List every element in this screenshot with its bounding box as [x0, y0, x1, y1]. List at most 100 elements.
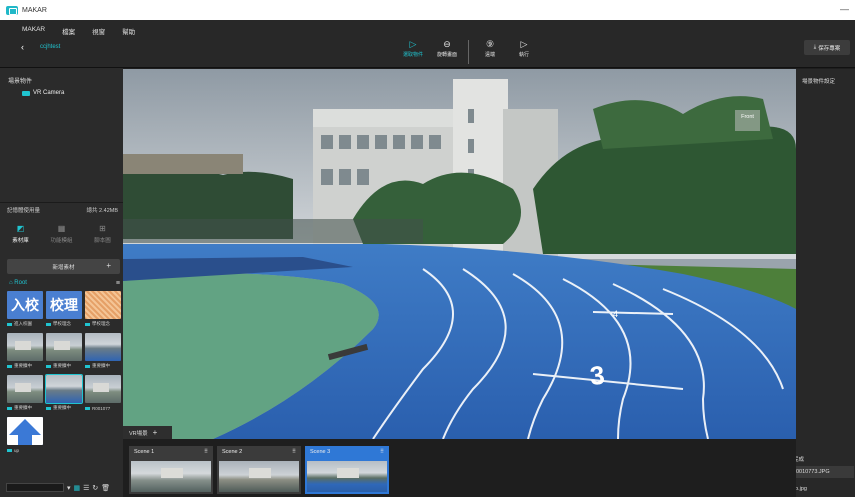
scene-viewport[interactable]: 3 4 Front: [123, 69, 796, 439]
upload-file-name: R0010773.JPG: [792, 469, 830, 475]
trash-icon[interactable]: 🗑: [101, 484, 110, 492]
tool-label: 遠端: [484, 52, 495, 58]
asset-label: R001077: [92, 405, 111, 411]
image-icon: [85, 322, 90, 326]
asset-item[interactable]: 入校 進入校園: [7, 291, 43, 329]
asset-thumbnail: [45, 374, 83, 404]
grid-menu-icon[interactable]: ⠿: [380, 449, 384, 455]
makar-logo-icon: [6, 5, 18, 15]
back-arrow-icon[interactable]: ‹: [21, 42, 24, 52]
memory-usage: 記憶體使用量 總共 2.42MB: [0, 202, 123, 216]
image-icon: [46, 406, 51, 410]
asset-label: 重要擴中: [92, 363, 110, 368]
image-icon: [7, 406, 12, 410]
asset-label: 學校理念: [92, 321, 110, 326]
menu-makar[interactable]: MAKAR: [22, 26, 45, 36]
asset-item[interactable]: 重要擴中: [7, 375, 43, 413]
refresh-icon[interactable]: ↻: [92, 484, 98, 492]
panorama-view: 3 4: [123, 69, 796, 439]
scene-card[interactable]: Scene 2 ⠿: [217, 446, 301, 494]
rotate-icon: ⊖: [443, 39, 451, 49]
vr-scene-tab[interactable]: VR場景 +: [123, 426, 172, 439]
scene-label: Scene 3: [310, 448, 331, 455]
grid-menu-icon[interactable]: ⠿: [204, 449, 208, 455]
left-panel: 場景物件 VR Camera 記憶體使用量 總共 2.42MB ◩ 素材庫 ▦ …: [0, 68, 123, 497]
asset-item[interactable]: R001077: [85, 375, 121, 413]
save-project-label: 保存專案: [818, 45, 841, 52]
hierarchy-item-label: VR Camera: [33, 90, 65, 96]
asset-item[interactable]: 重要擴中: [45, 374, 83, 413]
svg-text:4: 4: [613, 309, 618, 319]
up-arrow-icon: [7, 417, 43, 445]
orientation-front-label: Front: [735, 110, 760, 131]
vr-camera-icon: [22, 90, 30, 96]
image-icon: [85, 406, 90, 410]
image-icon: [7, 322, 12, 326]
right-panel: 場景物件設定 全部完成 R0010773.JPG up.jpg: [782, 69, 855, 497]
asset-item[interactable]: 學校理念: [85, 291, 121, 329]
asset-thumbnail: [46, 333, 82, 361]
scene-label: Scene 2: [222, 448, 243, 455]
asset-item[interactable]: 重要擴中: [46, 333, 82, 371]
root-folder-link[interactable]: ⌂ Root: [9, 280, 27, 287]
app-topbar: MAKAR 檔案 視窗 幫助 ‹ ccjhtest ▷ 選取物件 ⊖ 旋轉畫面 …: [0, 20, 855, 68]
add-scene-icon[interactable]: +: [153, 428, 158, 437]
memory-total: 總共 2.42MB: [86, 207, 118, 214]
hierarchy-item-vr-camera[interactable]: VR Camera: [22, 90, 64, 96]
scene-card-selected[interactable]: Scene 3 ⠿: [305, 446, 389, 494]
menu-window[interactable]: 視窗: [92, 26, 105, 36]
project-name[interactable]: ccjhtest: [40, 44, 60, 50]
tab-scripts[interactable]: ⊞ 腳本圖: [82, 218, 123, 248]
plus-icon: +: [106, 261, 111, 270]
asset-item[interactable]: 校理 學校理念: [46, 291, 82, 329]
asset-grid: 入校 進入校園 校理 學校理念 學校理念 重要擴中 重要擴中 重要擴中 重要擴中: [7, 291, 121, 455]
tool-label: 執行: [518, 52, 529, 58]
image-icon: [7, 448, 12, 452]
tool-label: 選取物件: [402, 52, 423, 58]
scene-card[interactable]: Scene 1 ⠿: [129, 446, 213, 494]
list-view-icon[interactable]: ☰: [83, 484, 89, 492]
menu-help[interactable]: 幫助: [122, 26, 135, 36]
tab-assets[interactable]: ◩ 素材庫: [0, 218, 41, 248]
script-icon: ⊞: [99, 224, 106, 233]
grid-view-icon[interactable]: ▦: [74, 484, 81, 492]
save-project-button[interactable]: ⤓ 保存專案: [804, 40, 850, 55]
asset-thumbnail: [85, 333, 121, 361]
asset-label: 重要擴中: [53, 405, 71, 410]
asset-item[interactable]: up: [7, 417, 43, 455]
grid-menu-icon[interactable]: ⠿: [292, 449, 296, 455]
minimize-button[interactable]: —: [840, 4, 849, 14]
asset-thumbnail: [85, 375, 121, 403]
tab-label: 腳本圖: [94, 238, 111, 244]
scene-bar: VR場景 + Scene 1 ⠿ Scene 2 ⠿ Scene 3 ⠿: [123, 426, 796, 497]
tab-modules[interactable]: ▦ 功能模組: [41, 218, 82, 248]
folder-breadcrumb: ⌂ Root ≡: [9, 280, 120, 287]
scene-thumbnail: [307, 461, 387, 492]
object-properties-title: 場景物件設定: [802, 79, 836, 85]
run-tool[interactable]: ▷ 執行: [507, 38, 541, 58]
pointer-icon: ▷: [409, 39, 417, 49]
hierarchy-title: 場景物件: [8, 79, 33, 85]
new-asset-button[interactable]: 新增素材 +: [7, 259, 120, 274]
scene-label: Scene 1: [134, 448, 155, 455]
play-icon: ▷: [520, 39, 528, 49]
asset-item[interactable]: 重要擴中: [85, 333, 121, 371]
asset-label: 學校理念: [53, 321, 71, 326]
remote-icon: ⑨: [485, 39, 495, 49]
root-label: Root: [14, 280, 27, 286]
rotate-view-tool[interactable]: ⊖ 旋轉畫面: [430, 38, 464, 58]
select-object-tool[interactable]: ▷ 選取物件: [396, 38, 430, 58]
remote-tool[interactable]: ⑨ 遠端: [473, 38, 507, 58]
menu-file[interactable]: 檔案: [62, 26, 75, 36]
asset-filter-field[interactable]: [6, 483, 64, 492]
download-icon: ⤓: [813, 44, 817, 50]
tool-label: 旋轉畫面: [436, 52, 457, 58]
window-title: MAKAR: [22, 6, 47, 14]
asset-label: 重要擴中: [14, 363, 32, 368]
new-asset-label: 新增素材: [52, 264, 75, 271]
asset-item[interactable]: 重要擴中: [7, 333, 43, 371]
image-icon: [46, 364, 51, 368]
sort-icon[interactable]: ≡: [116, 280, 120, 287]
tab-label: 功能模組: [50, 238, 73, 244]
dropdown-caret-icon[interactable]: ▾: [67, 484, 71, 492]
